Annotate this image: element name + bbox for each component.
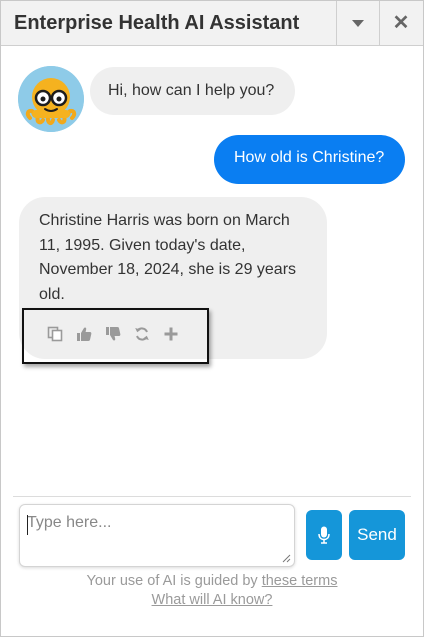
- message-input-container: [19, 504, 295, 567]
- user-message-text: How old is Christine?: [234, 149, 385, 166]
- resize-grip-icon[interactable]: [281, 553, 291, 563]
- bot-greeting-message: Hi, how can I help you?: [90, 67, 295, 115]
- close-icon: ✕: [392, 12, 410, 34]
- close-button[interactable]: ✕: [379, 1, 422, 45]
- minimize-button[interactable]: [336, 1, 379, 45]
- copy-icon: [47, 326, 63, 342]
- microphone-button[interactable]: [306, 510, 342, 560]
- ai-usage-notice-text: Your use of AI is guided by: [86, 573, 258, 589]
- ai-usage-notice: Your use of AI is guided by these terms: [1, 573, 423, 589]
- message-input[interactable]: [20, 505, 294, 566]
- message-actions-toolbar: [22, 308, 209, 364]
- copy-button[interactable]: [45, 324, 65, 344]
- add-button[interactable]: [161, 324, 181, 344]
- window-title: Enterprise Health AI Assistant: [14, 12, 300, 34]
- send-button[interactable]: Send: [349, 510, 405, 560]
- ai-knowledge-link[interactable]: What will AI know?: [152, 592, 273, 608]
- text-cursor: [27, 515, 28, 535]
- assistant-avatar: [18, 66, 84, 132]
- thumbs-down-icon: [106, 327, 121, 341]
- octopus-icon: [18, 66, 84, 132]
- thumbs-down-button[interactable]: [103, 324, 123, 344]
- thumbs-up-button[interactable]: [74, 324, 94, 344]
- thumbs-up-icon: [77, 327, 92, 341]
- caret-down-icon: [352, 19, 364, 27]
- user-message: How old is Christine?: [214, 135, 405, 184]
- plus-icon: [164, 327, 178, 341]
- regenerate-button[interactable]: [132, 324, 152, 344]
- microphone-icon: [318, 526, 330, 544]
- ai-knowledge-notice: What will AI know?: [1, 592, 423, 608]
- header-bar: Enterprise Health AI Assistant ✕: [1, 1, 423, 46]
- chat-window: Enterprise Health AI Assistant ✕ Hi, how: [0, 0, 424, 637]
- bot-greeting-text: Hi, how can I help you?: [108, 82, 275, 99]
- regenerate-icon: [135, 327, 149, 341]
- bot-answer-text: Christine Harris was born on March 11, 1…: [39, 212, 297, 303]
- terms-link[interactable]: these terms: [262, 573, 338, 589]
- composer-divider: [13, 496, 411, 497]
